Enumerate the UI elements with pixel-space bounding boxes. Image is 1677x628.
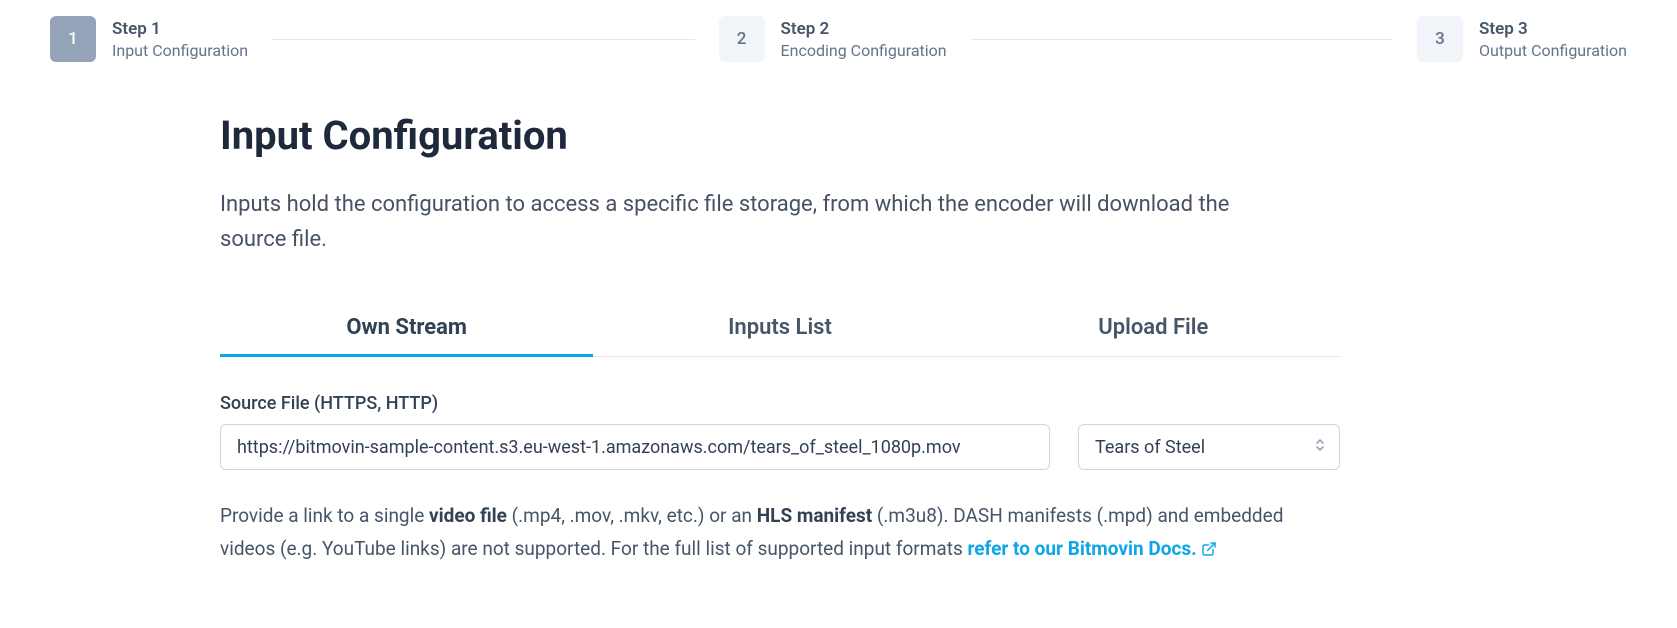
step-2-title: Step 2 [781, 19, 947, 39]
step-1-labels: Step 1 Input Configuration [112, 19, 248, 60]
main-content: Input Configuration Inputs hold the conf… [220, 112, 1340, 567]
step-3-title: Step 3 [1479, 19, 1627, 39]
step-1-title: Step 1 [112, 19, 248, 39]
step-divider-2 [971, 39, 1393, 40]
tab-upload-file[interactable]: Upload File [967, 301, 1340, 357]
tab-inputs-list[interactable]: Inputs List [593, 301, 966, 357]
help-text-1: Provide a link to a single [220, 504, 429, 527]
source-file-input[interactable] [220, 424, 1050, 470]
step-2[interactable]: 2 Step 2 Encoding Configuration [719, 16, 947, 62]
source-file-row: Tears of Steel [220, 424, 1340, 470]
stepper: 1 Step 1 Input Configuration 2 Step 2 En… [50, 16, 1627, 62]
page-title: Input Configuration [220, 112, 1340, 159]
step-number-2: 2 [719, 16, 765, 62]
help-hls: HLS manifest [757, 504, 872, 527]
help-text: Provide a link to a single video file (.… [220, 500, 1340, 567]
preset-select-wrap: Tears of Steel [1078, 424, 1340, 470]
tabs: Own Stream Inputs List Upload File [220, 301, 1340, 357]
preset-select[interactable]: Tears of Steel [1078, 424, 1340, 470]
step-divider-1 [272, 39, 694, 40]
step-1[interactable]: 1 Step 1 Input Configuration [50, 16, 248, 62]
step-2-subtitle: Encoding Configuration [781, 41, 947, 60]
page-description: Inputs hold the configuration to access … [220, 187, 1230, 257]
source-file-label: Source File (HTTPS, HTTP) [220, 393, 1340, 414]
step-3[interactable]: 3 Step 3 Output Configuration [1417, 16, 1627, 62]
step-number-3: 3 [1417, 16, 1463, 62]
step-number-1: 1 [50, 16, 96, 62]
step-3-labels: Step 3 Output Configuration [1479, 19, 1627, 60]
step-3-subtitle: Output Configuration [1479, 41, 1627, 60]
help-videofile: video file [429, 504, 507, 527]
step-1-subtitle: Input Configuration [112, 41, 248, 60]
help-text-3: (.mp4, .mov, .mkv, etc.) or an [507, 504, 757, 527]
tab-own-stream[interactable]: Own Stream [220, 301, 593, 357]
external-link-icon [1201, 535, 1217, 567]
docs-link[interactable]: refer to our Bitmovin Docs. [967, 537, 1216, 560]
docs-link-text: refer to our Bitmovin Docs. [967, 537, 1196, 560]
step-2-labels: Step 2 Encoding Configuration [781, 19, 947, 60]
